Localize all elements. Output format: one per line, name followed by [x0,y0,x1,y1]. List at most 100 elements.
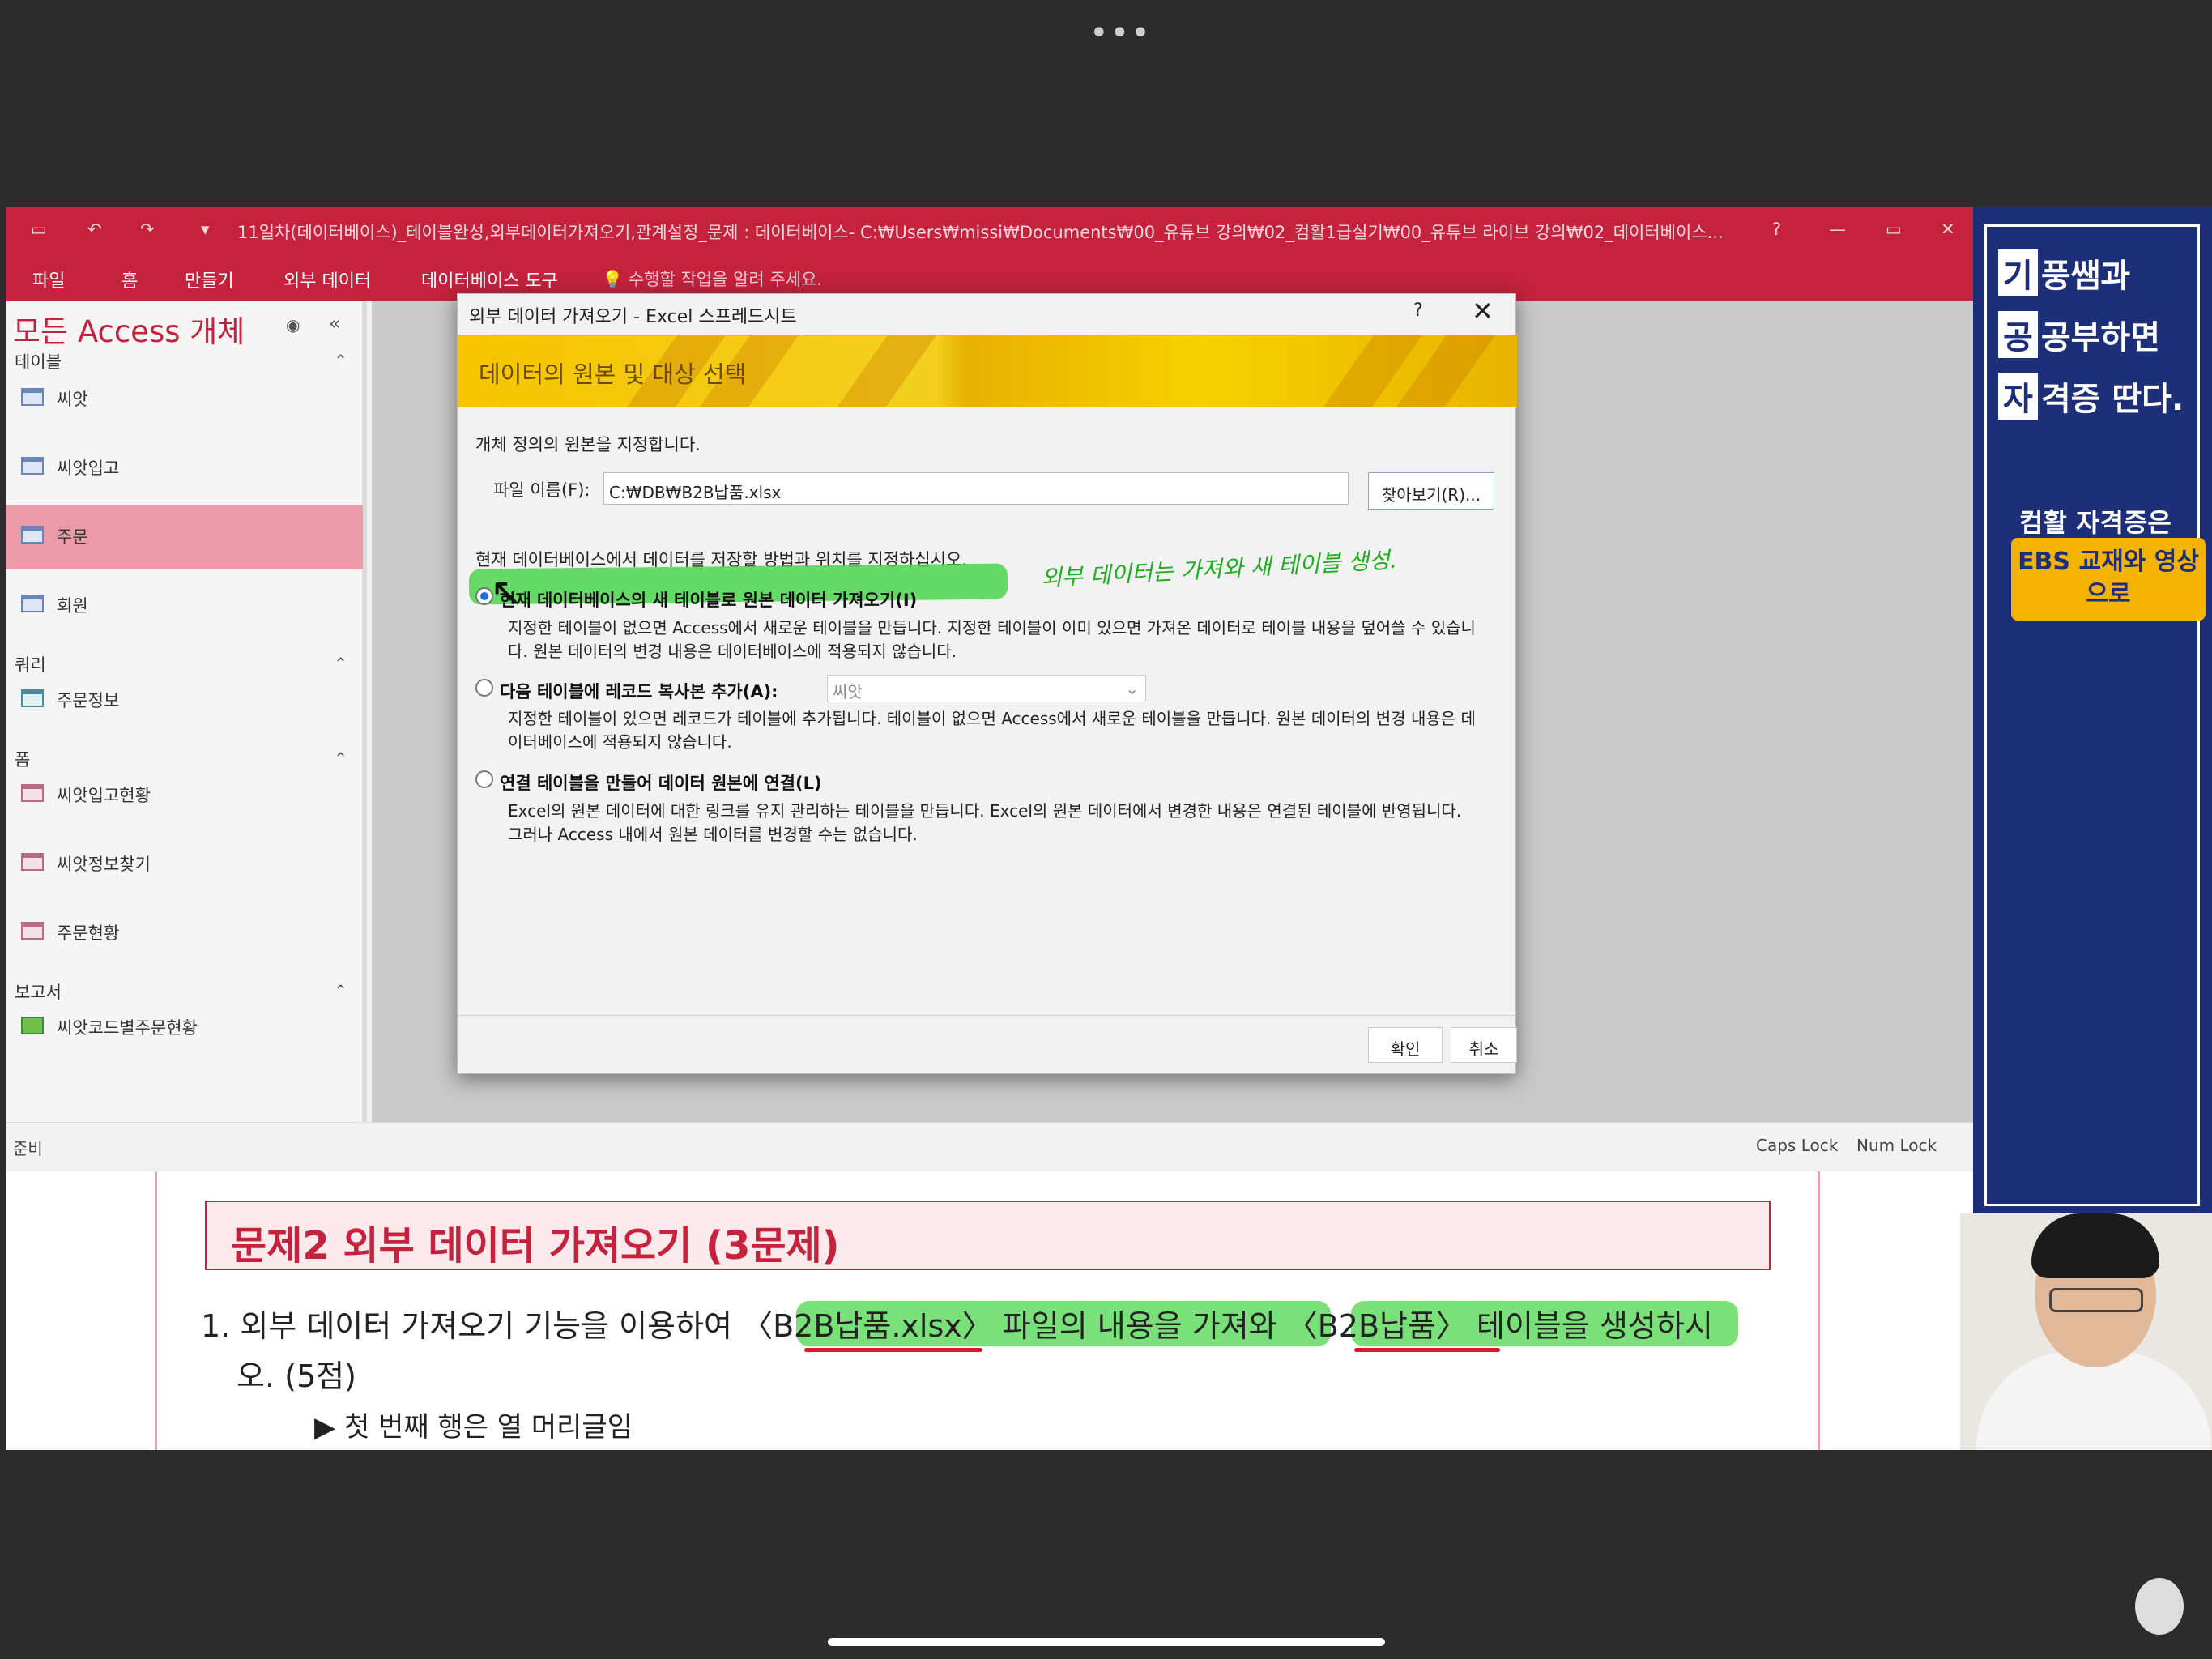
lecture-document: 문제2 외부 데이터 가져오기 (3문제) 1. 외부 데이터 가져오기 기능을… [6,1171,1973,1450]
dialog-banner: 데이터의 원본 및 대상 선택 [458,335,1517,407]
navigation-pane: 모든 Access 개체 ◉ « 테이블 ⌃ 씨앗 씨앗입고 주문 회원 쿼리 … [6,301,367,1122]
append-select-value: 씨앗 [833,682,863,702]
nav-item-table[interactable]: 회원 [6,574,363,638]
tab-database-tools[interactable]: 데이터베이스 도구 [421,267,558,292]
question-bullet: ▶ 첫 번째 행은 열 머리글임 [314,1411,633,1444]
nav-item-label: 주문현황 [57,923,120,943]
brand-line: 공 공부하면 [1998,311,2160,358]
problem-heading-box: 문제2 외부 데이터 가져오기 (3문제) [205,1201,1771,1270]
tab-external-data[interactable]: 외부 데이터 [283,267,371,292]
question-text: 1. 외부 데이터 가져오기 기능을 이용하여 [201,1308,743,1344]
title-bar: ▭ ↶ ↷ ▾ 11일차(데이터베이스)_테이블완성,외부데이터가져오기,관계설… [6,207,1973,254]
customize-icon[interactable]: ▾ [201,220,210,239]
question-line-2: 오. (5점) [237,1358,356,1394]
import-new-table-desc: 지정한 테이블이 없으면 Access에서 새로운 테이블을 만듭니다. 지정한… [508,618,1476,661]
nav-item-table-selected[interactable]: 주문 [6,505,363,569]
append-copy-label[interactable]: 다음 테이블에 레코드 복사본 추가(A): [500,679,778,703]
table-icon [21,526,44,544]
link-table-radio[interactable] [475,770,493,788]
question-text: 파일의 내용을 가져와 [992,1308,1287,1344]
brand-line: 기 풍쌤과 [1998,249,2130,296]
file-name-label: 파일 이름(F): [493,480,590,500]
question-file: 〈B2B납품.xlsx〉 [742,1308,993,1344]
nav-item-label: 씨앗코드별주문현황 [57,1018,198,1038]
help-icon[interactable]: ? [1772,220,1781,239]
tab-create[interactable]: 만들기 [185,267,234,292]
link-table-label[interactable]: 연결 테이블을 만들어 데이터 원본에 연결(L) [500,770,822,795]
nav-item-form[interactable]: 씨앗정보찾기 [6,832,363,897]
cancel-button[interactable]: 취소 [1451,1027,1517,1063]
nav-item-label: 주문 [57,527,88,547]
tab-home[interactable]: 홈 [121,267,138,292]
document-margin-line [155,1171,157,1450]
dialog-title: 외부 데이터 가져오기 - Excel 스프레드시트 [469,307,797,327]
query-icon [21,689,44,707]
brand-line: 자 격증 딴다. [1998,373,2184,420]
redo-icon[interactable]: ↷ [140,220,155,239]
nav-item-form[interactable]: 씨앗입고현황 [6,763,363,828]
ebs-badge: EBS 교재와 영상으로 [2011,538,2206,621]
nav-item-label: 주문정보 [57,691,120,710]
undo-icon[interactable]: ↶ [87,220,102,239]
side-banner-frame: 기 풍쌤과 공 공부하면 자 격증 딴다. 컴활 자격증은 EBS 교재와 영상으로 [1984,224,2206,1206]
nav-item-label: 씨앗입고 [57,458,120,478]
nav-item-table[interactable]: 씨앗입고 [6,436,363,501]
dialog-footer-divider [458,1015,1517,1016]
banner-stripe [837,335,937,407]
question-text: 테이블을 생성 [1466,1308,1656,1344]
import-new-table-label[interactable]: 현재 데이터베이스의 새 테이블로 원본 데이터 가져오기(I) [500,587,917,612]
question-table: 〈B2B납품〉 [1286,1308,1467,1344]
nav-item-label: 회원 [57,596,88,616]
red-underline [804,1348,982,1352]
handwritten-annotation: 외부 데이터는 가져와 새 테이블 생성. [1040,546,1398,592]
save-icon[interactable]: ▭ [31,220,47,239]
nav-item-query[interactable]: 주문정보 [6,668,363,733]
brand-text: 공부하면 [2040,319,2161,356]
nav-title[interactable]: 모든 Access 개체 [13,307,245,351]
tell-me-box[interactable]: 💡 수행할 작업을 알려 주세요. [602,267,822,291]
banner-heading: 데이터의 원본 및 대상 선택 [479,360,747,388]
presenter-video [1960,1213,2212,1450]
nav-item-label: 씨앗정보찾기 [57,855,151,874]
nav-item-form[interactable]: 주문현황 [6,901,363,966]
collapse-pane-icon[interactable]: « [329,312,341,335]
presenter-hair [2031,1213,2159,1278]
nav-menu-icon[interactable]: ◉ [286,315,300,335]
table-icon [21,457,44,475]
lightbulb-icon: 💡 [602,270,624,289]
form-icon [21,853,44,871]
question-line: 1. 외부 데이터 가져오기 기능을 이용하여 〈B2B납품.xlsx〉 파일의… [201,1301,1713,1346]
side-banner-subtitle: 컴활 자격증은 [2019,507,2172,538]
maximize-icon[interactable]: ▭ [1886,220,1902,239]
tab-file[interactable]: 파일 [32,267,65,292]
ok-button[interactable]: 확인 [1368,1027,1443,1063]
dialog-close-button[interactable]: ✕ [1472,296,1494,326]
brand-text: 풍쌤과 [2040,258,2131,295]
nav-item-label: 씨앗입고현황 [57,786,151,805]
table-icon [21,388,44,406]
browse-button[interactable]: 찾아보기(R)... [1368,472,1494,510]
chevron-down-icon: ⌄ [1125,679,1139,698]
status-ready: 준비 [13,1139,43,1158]
dialog-help-button[interactable]: ? [1413,301,1423,321]
num-lock-indicator: Num Lock [1856,1136,1937,1155]
form-icon [21,784,44,802]
append-copy-radio[interactable] [475,679,493,697]
file-name-input[interactable]: C:₩DB₩B2B납품.xlsx [603,472,1349,505]
table-icon [21,595,44,612]
top-dots[interactable]: ••• [1089,15,1152,52]
mascot-icon [2135,1578,2184,1635]
append-table-select[interactable]: 씨앗 ⌄ [827,675,1146,702]
brand-box: 자 [1998,373,2038,420]
status-bar: 준비 Caps Lock Num Lock [6,1122,1973,1167]
home-indicator[interactable] [828,1638,1385,1646]
link-table-desc: Excel의 원본 데이터에 대한 링크를 유지 관리하는 테이블을 만듭니다.… [508,801,1462,844]
window-title: 11일차(데이터베이스)_테이블완성,외부데이터가져오기,관계설정_문제 : 데… [237,223,1724,242]
close-icon[interactable]: ✕ [1941,220,1955,239]
minimize-icon[interactable]: — [1829,220,1846,239]
document-margin-line [1818,1171,1820,1450]
brand-box: 공 [1998,311,2038,358]
nav-item-report[interactable]: 씨앗코드별주문현황 [6,996,363,1060]
nav-item-table[interactable]: 씨앗 [6,367,363,432]
question-text: 하시 [1656,1308,1713,1344]
